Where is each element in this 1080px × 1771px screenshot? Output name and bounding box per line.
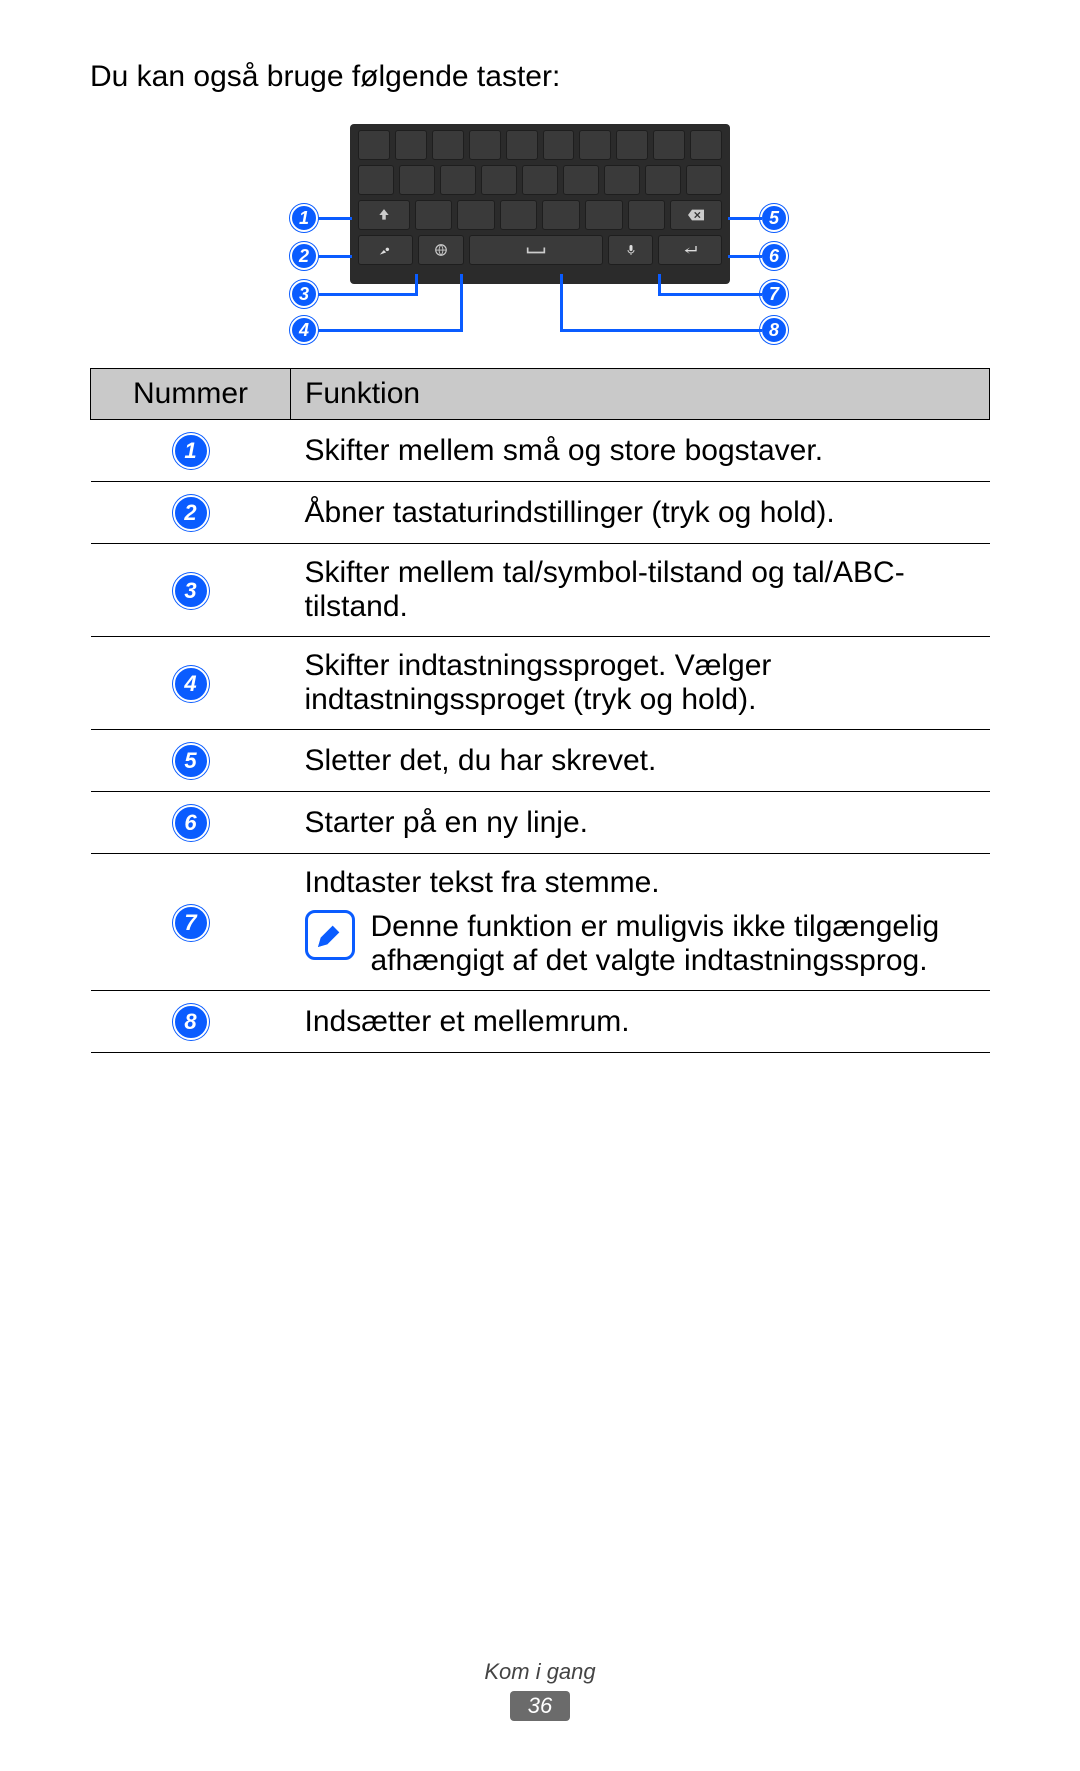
manual-page: Du kan også bruge følgende taster: xyxy=(0,0,1080,1771)
callout-marker-4: 4 xyxy=(290,316,318,344)
row-function-text: Starter på en ny linje. xyxy=(291,792,990,854)
voice-key xyxy=(608,235,654,265)
callout-line xyxy=(728,255,762,258)
keyboard-diagram: 1 2 3 4 5 6 7 8 xyxy=(90,124,990,344)
table-row: 5 Sletter det, du har skrevet. xyxy=(91,730,990,792)
intro-text: Du kan også bruge følgende taster: xyxy=(90,60,990,94)
callout-marker-3: 3 xyxy=(290,280,318,308)
callout-line xyxy=(560,329,762,332)
callout-line xyxy=(728,217,762,220)
row-function-text: Skifter indtastningssproget. Vælger indt… xyxy=(291,637,990,730)
callout-line xyxy=(318,293,418,296)
settings-key xyxy=(358,235,413,265)
footer-section-title: Kom i gang xyxy=(0,1659,1080,1685)
callout-marker-8: 8 xyxy=(760,316,788,344)
keyboard-image xyxy=(350,124,730,284)
callout-line xyxy=(460,274,463,332)
shift-key xyxy=(358,200,410,230)
callout-line xyxy=(415,274,418,296)
backspace-key xyxy=(670,200,722,230)
table-row: 2 Åbner tastaturindstillinger (tryk og h… xyxy=(91,482,990,544)
header-number: Nummer xyxy=(91,369,291,420)
row-number-badge: 3 xyxy=(173,573,209,609)
callout-line xyxy=(318,217,352,220)
callout-marker-6: 6 xyxy=(760,242,788,270)
function-table: Nummer Funktion 1 Skifter mellem små og … xyxy=(90,368,990,1053)
note-text: Denne funktion er muligvis ikke tilgænge… xyxy=(371,910,976,978)
row-number-badge: 6 xyxy=(173,805,209,841)
callout-line xyxy=(318,329,463,332)
space-key xyxy=(469,235,603,265)
callout-marker-5: 5 xyxy=(760,204,788,232)
table-row: 7 Indtaster tekst fra stemme. Denne funk… xyxy=(91,854,990,991)
table-header-row: Nummer Funktion xyxy=(91,369,990,420)
row-number-badge: 8 xyxy=(173,1004,209,1040)
callout-line xyxy=(318,255,352,258)
callout-line xyxy=(658,274,661,296)
table-row: 1 Skifter mellem små og store bogstaver. xyxy=(91,420,990,482)
note-block: Denne funktion er muligvis ikke tilgænge… xyxy=(305,910,976,978)
row-function-text: Indsætter et mellemrum. xyxy=(291,991,990,1053)
row-number-badge: 5 xyxy=(173,743,209,779)
note-icon xyxy=(305,910,355,960)
row-function-text: Sletter det, du har skrevet. xyxy=(291,730,990,792)
table-row: 4 Skifter indtastningssproget. Vælger in… xyxy=(91,637,990,730)
table-row: 3 Skifter mellem tal/symbol-tilstand og … xyxy=(91,544,990,637)
symbols-key xyxy=(418,235,464,265)
callout-marker-7: 7 xyxy=(760,280,788,308)
row-function-text: Åbner tastaturindstillinger (tryk og hol… xyxy=(291,482,990,544)
callout-line xyxy=(658,293,762,296)
row-function-text: Indtaster tekst fra stemme. xyxy=(305,866,976,900)
row-number-badge: 1 xyxy=(173,433,209,469)
table-row: 8 Indsætter et mellemrum. xyxy=(91,991,990,1053)
callout-marker-2: 2 xyxy=(290,242,318,270)
row-function-cell: Indtaster tekst fra stemme. Denne funkti… xyxy=(291,854,990,991)
callout-line xyxy=(560,274,563,332)
row-function-text: Skifter mellem små og store bogstaver. xyxy=(291,420,990,482)
callout-marker-1: 1 xyxy=(290,204,318,232)
row-number-badge: 7 xyxy=(173,905,209,941)
footer-page-number: 36 xyxy=(510,1691,570,1721)
row-function-text: Skifter mellem tal/symbol-tilstand og ta… xyxy=(291,544,990,637)
enter-key xyxy=(658,235,722,265)
page-footer: Kom i gang 36 xyxy=(0,1659,1080,1721)
row-number-badge: 4 xyxy=(173,666,209,702)
header-function: Funktion xyxy=(291,369,990,420)
row-number-badge: 2 xyxy=(173,495,209,531)
table-row: 6 Starter på en ny linje. xyxy=(91,792,990,854)
